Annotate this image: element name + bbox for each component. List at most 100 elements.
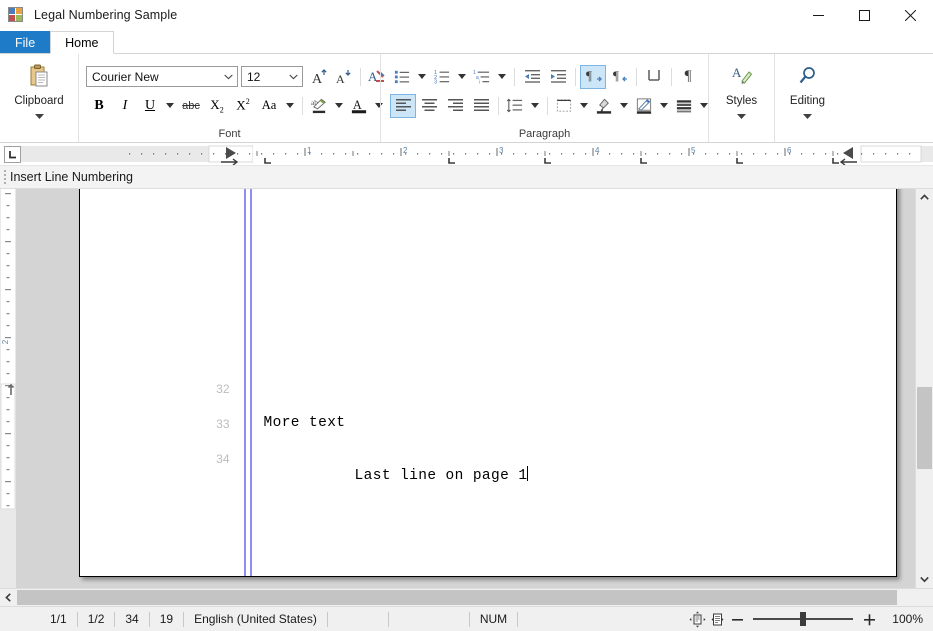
vertical-ruler[interactable]: 2 <box>0 189 16 588</box>
align-left-button[interactable] <box>390 93 416 118</box>
font-row-2: B I U abc X2 X2 Aa abc A <box>86 93 389 119</box>
status-slot-1[interactable] <box>328 607 388 631</box>
document-line-text[interactable]: Last line on page 1 <box>264 450 529 500</box>
insert-line-numbering-label: Insert Line Numbering <box>10 170 133 184</box>
zoom-out-button[interactable] <box>727 609 747 629</box>
numbering-button[interactable]: 1 2 3 <box>430 65 454 89</box>
font-name-value: Courier New <box>92 69 159 84</box>
tab-home[interactable]: Home <box>50 31 114 54</box>
tab-file[interactable]: File <box>0 31 51 54</box>
justify-button[interactable] <box>468 94 494 118</box>
zoom-slider[interactable] <box>753 611 853 627</box>
line-spacing-button[interactable] <box>503 94 527 118</box>
borders-button[interactable] <box>552 94 576 118</box>
minimize-button[interactable] <box>795 0 841 30</box>
bullets-button[interactable] <box>390 65 414 89</box>
change-case-button[interactable]: Aa <box>256 94 282 118</box>
text-highlight-dropdown[interactable] <box>331 94 347 118</box>
print-layout-icon[interactable] <box>707 609 727 629</box>
editing-caret-icon <box>803 108 812 122</box>
svg-text:A: A <box>312 72 323 86</box>
underline-dropdown[interactable] <box>162 94 178 118</box>
zoom-in-button[interactable] <box>859 609 879 629</box>
scroll-down-button[interactable] <box>916 571 933 588</box>
line-text-value: Last line on page 1 <box>354 468 528 484</box>
vertical-scrollbar[interactable] <box>915 189 933 588</box>
status-line-number[interactable]: 34 <box>115 607 148 631</box>
horizontal-scrollbar-track[interactable] <box>17 589 933 606</box>
bold-button[interactable]: B <box>86 94 112 118</box>
multilevel-list-dropdown[interactable] <box>494 65 510 89</box>
decrease-indent-button[interactable] <box>519 65 545 89</box>
maximize-button[interactable] <box>841 0 887 30</box>
status-column-number[interactable]: 19 <box>150 607 183 631</box>
app-icon <box>8 7 25 23</box>
styles-icon: A <box>726 60 758 92</box>
align-center-button[interactable] <box>416 94 442 118</box>
sort-button[interactable] <box>641 65 667 89</box>
status-slot-2[interactable] <box>389 607 469 631</box>
svg-text:A: A <box>732 65 742 80</box>
paragraph-group-label: Paragraph <box>518 128 571 140</box>
shrink-font-button[interactable]: A <box>332 65 356 89</box>
document-canvas[interactable]: 32 33 More text 34 Last line on page 1 1… <box>16 189 915 588</box>
paragraph-background-button[interactable] <box>672 94 696 118</box>
bullets-dropdown[interactable] <box>414 65 430 89</box>
change-case-dropdown[interactable] <box>282 94 298 118</box>
status-num-lock[interactable]: NUM <box>470 607 517 631</box>
font-name-combo[interactable]: Courier New <box>86 66 238 87</box>
shading-dropdown[interactable] <box>616 94 632 118</box>
scroll-up-button[interactable] <box>916 189 933 206</box>
document-line-text[interactable]: More text <box>264 415 346 431</box>
horizontal-scrollbar-thumb[interactable] <box>17 590 897 605</box>
editing-label: Editing <box>789 95 826 107</box>
styles-button[interactable]: A Styles <box>712 56 771 128</box>
underline-button[interactable]: U <box>138 94 162 118</box>
zoom-level-label[interactable]: 100% <box>879 612 925 626</box>
subscript-button[interactable]: X2 <box>204 94 230 118</box>
line-number: 32 <box>216 382 230 396</box>
italic-button[interactable]: I <box>112 94 138 118</box>
grip-handle-icon[interactable] <box>0 166 10 188</box>
clipboard-button[interactable]: Clipboard <box>8 56 70 128</box>
borders-dropdown[interactable] <box>576 94 592 118</box>
align-right-button[interactable] <box>442 94 468 118</box>
horizontal-scrollbar[interactable] <box>0 588 933 606</box>
application-window: Legal Numbering Sample File Home Clipboa… <box>0 0 933 631</box>
font-color-button[interactable]: A <box>347 94 371 118</box>
grow-font-button[interactable]: A <box>308 65 332 89</box>
editing-button[interactable]: Editing <box>778 56 837 128</box>
left-to-right-button[interactable]: ¶ <box>580 64 606 89</box>
zoom-slider-thumb[interactable] <box>800 612 806 626</box>
web-layout-icon[interactable] <box>687 609 707 629</box>
close-button[interactable] <box>887 0 933 30</box>
italic-label: I <box>122 97 128 113</box>
right-to-left-button[interactable]: ¶ <box>606 65 632 89</box>
status-language[interactable]: English (United States) <box>184 607 327 631</box>
superscript-button[interactable]: X2 <box>230 94 256 118</box>
status-sheet-number[interactable]: 1/2 <box>78 607 115 631</box>
strikethrough-button[interactable]: abc <box>178 94 204 118</box>
line-number-rule-right <box>249 189 252 576</box>
increase-indent-button[interactable] <box>545 65 571 89</box>
document-page-1[interactable]: 32 33 More text 34 Last line on page 1 <box>78 189 897 577</box>
numbering-dropdown[interactable] <box>454 65 470 89</box>
horizontal-ruler[interactable]: 123456 <box>21 143 933 165</box>
tab-stop-selector[interactable] <box>4 145 21 163</box>
subscript-label: X2 <box>210 96 224 115</box>
paragraph-row-2 <box>390 93 712 119</box>
multilevel-list-button[interactable]: 1 a i <box>470 65 494 89</box>
highlight-fill-dropdown[interactable] <box>656 94 672 118</box>
shading-button[interactable] <box>592 94 616 118</box>
font-size-combo[interactable]: 12 <box>241 66 303 87</box>
show-formatting-marks-button[interactable]: ¶ <box>676 65 700 89</box>
font-group-label: Font <box>218 128 241 140</box>
scroll-left-button[interactable] <box>0 589 17 606</box>
status-bar: 1/1 1/2 34 19 English (United States) NU… <box>0 606 933 631</box>
ribbon-group-styles: A Styles <box>708 54 774 142</box>
vertical-scrollbar-thumb[interactable] <box>917 387 932 469</box>
status-page-number[interactable]: 1/1 <box>40 607 77 631</box>
line-spacing-dropdown[interactable] <box>527 94 543 118</box>
highlight-fill-button[interactable] <box>632 94 656 118</box>
text-highlight-button[interactable]: abc <box>307 94 331 118</box>
